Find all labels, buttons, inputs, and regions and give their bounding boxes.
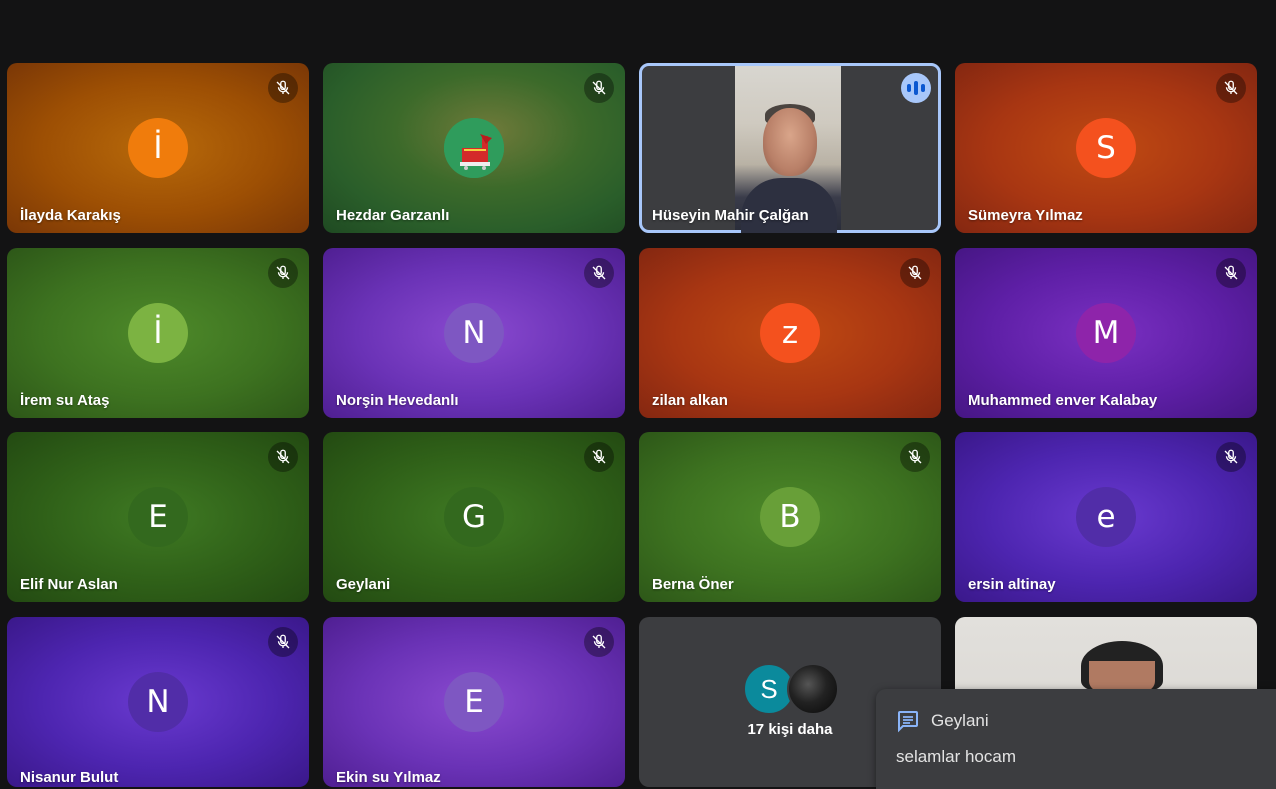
participant-tile[interactable]: İ İlayda Karakış xyxy=(7,63,309,233)
chat-message: selamlar hocam xyxy=(896,747,1016,766)
participant-tile[interactable]: S Sümeyra Yılmaz xyxy=(955,63,1257,233)
avatar: z xyxy=(760,303,820,363)
chat-sender: Geylani xyxy=(931,711,989,730)
mic-off-icon xyxy=(1216,442,1246,472)
participant-name: İrem su Ataş xyxy=(20,392,110,409)
avatar: M xyxy=(1076,303,1136,363)
participant-tile[interactable]: E Ekin su Yılmaz xyxy=(323,617,625,787)
participant-tile[interactable]: z zilan alkan xyxy=(639,248,941,418)
overflow-avatars: S xyxy=(743,663,843,715)
avatar: İ xyxy=(128,303,188,363)
participant-tile[interactable]: İ İrem su Ataş xyxy=(7,248,309,418)
participant-name: zilan alkan xyxy=(652,392,728,409)
audio-bars-icon xyxy=(901,73,931,103)
camera-video xyxy=(735,66,841,233)
chat-notification[interactable]: Geylani selamlar hocam xyxy=(876,689,1276,789)
participant-tile[interactable]: Hezdar Garzanlı xyxy=(323,63,625,233)
participant-name: Nisanur Bulut xyxy=(20,769,119,786)
participant-tile[interactable]: G Geylani xyxy=(323,432,625,602)
participant-tile[interactable]: M Muhammed enver Kalabay xyxy=(955,248,1257,418)
mic-off-icon xyxy=(1216,73,1246,103)
participant-name: Hezdar Garzanlı xyxy=(336,207,450,224)
avatar xyxy=(444,118,504,178)
mic-off-icon xyxy=(584,627,614,657)
profile-photo-icon xyxy=(444,118,504,178)
participant-name: Berna Öner xyxy=(652,576,734,593)
mic-off-icon xyxy=(584,258,614,288)
mic-off-icon xyxy=(268,258,298,288)
chat-icon xyxy=(896,709,920,738)
mic-off-icon xyxy=(1216,258,1246,288)
mic-off-icon xyxy=(584,73,614,103)
avatar xyxy=(787,663,839,715)
mic-off-icon xyxy=(268,442,298,472)
mic-off-icon xyxy=(268,627,298,657)
avatar: İ xyxy=(128,118,188,178)
avatar: E xyxy=(444,672,504,732)
participant-name: Muhammed enver Kalabay xyxy=(968,392,1158,409)
participant-tile[interactable]: N Norşin Hevedanlı xyxy=(323,248,625,418)
mic-off-icon xyxy=(584,442,614,472)
mic-off-icon xyxy=(900,442,930,472)
mic-off-icon xyxy=(900,258,930,288)
participant-name: Ekin su Yılmaz xyxy=(336,769,441,786)
avatar: S xyxy=(1076,118,1136,178)
participant-tile-active-speaker[interactable]: Hüseyin Mahir Çalğan xyxy=(639,63,941,233)
avatar: E xyxy=(128,487,188,547)
participant-name: Sümeyra Yılmaz xyxy=(968,207,1083,224)
participant-tile[interactable]: B Berna Öner xyxy=(639,432,941,602)
participant-name: ersin altinay xyxy=(968,576,1056,593)
avatar: N xyxy=(444,303,504,363)
participant-tile[interactable]: E Elif Nur Aslan xyxy=(7,432,309,602)
avatar: N xyxy=(128,672,188,732)
avatar: e xyxy=(1076,487,1136,547)
participant-name: Norşin Hevedanlı xyxy=(336,392,459,409)
avatar: B xyxy=(760,487,820,547)
participant-tile[interactable]: e ersin altinay xyxy=(955,432,1257,602)
mic-off-icon xyxy=(268,73,298,103)
participant-name: Hüseyin Mahir Çalğan xyxy=(652,207,809,224)
avatar: G xyxy=(444,487,504,547)
participant-name: Elif Nur Aslan xyxy=(20,576,118,593)
participant-name: İlayda Karakış xyxy=(20,207,121,224)
participant-tile[interactable]: N Nisanur Bulut xyxy=(7,617,309,787)
participant-name: Geylani xyxy=(336,576,391,593)
